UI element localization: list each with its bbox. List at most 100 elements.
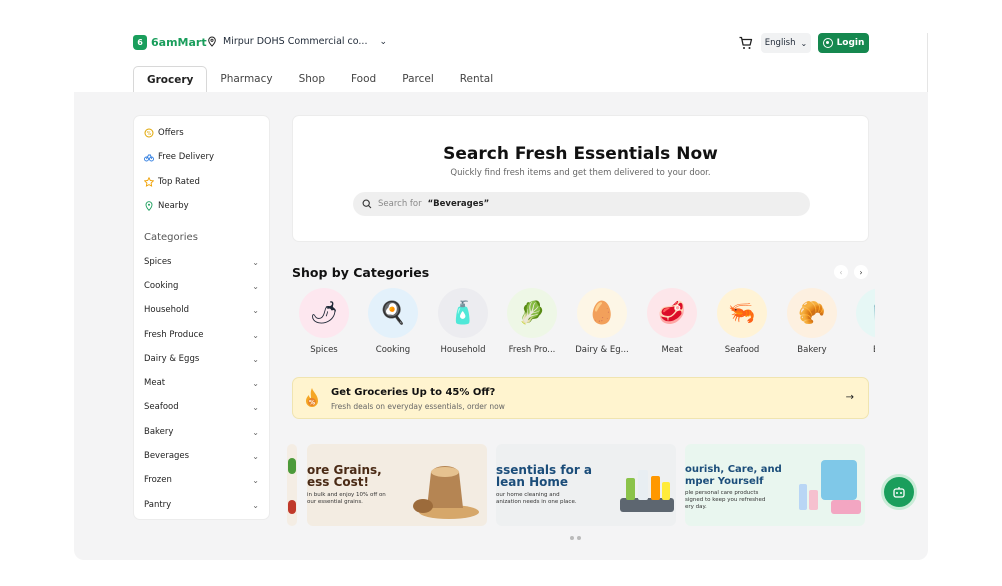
promo-banner[interactable]: % Get Groceries Up to 45% Off? Fresh dea…: [292, 377, 869, 419]
chatbot-icon: [893, 487, 905, 498]
chevron-down-icon: ⌄: [252, 305, 259, 315]
category-card-beverages[interactable]: 🥤 Bev: [846, 288, 875, 355]
category-card-cooking[interactable]: 🍳 Cooking: [358, 288, 428, 355]
tab-grocery[interactable]: Grocery: [133, 66, 208, 92]
sidebar-category-seafood[interactable]: Seafood ⌄: [144, 402, 259, 412]
search-hero: Search Fresh Essentials Now Quickly find…: [292, 115, 869, 242]
banner-clean-home[interactable]: ssentials for a lean Home our home cleani…: [496, 444, 676, 526]
sidebar-category-dairy-eggs[interactable]: Dairy & Eggs ⌄: [144, 354, 259, 364]
sidebar-category-pantry[interactable]: Pantry ⌄: [144, 500, 259, 510]
chevron-down-icon: ⌄: [252, 427, 259, 437]
pagination-dot[interactable]: [570, 536, 574, 540]
carousel-pagination: [570, 536, 581, 540]
category-card-spices[interactable]: 🌶 Spices: [292, 288, 359, 355]
chevron-down-icon: ⌄: [800, 38, 808, 48]
category-card-household[interactable]: 🧴 Household: [428, 288, 498, 355]
brand-name: 6amMart: [151, 36, 207, 49]
tab-food[interactable]: Food: [338, 66, 389, 92]
arrow-right-icon: →: [845, 392, 854, 403]
search-icon: [362, 199, 372, 209]
banner-personal-care[interactable]: ourish, Care, and mper Yourself ple perso…: [685, 444, 865, 526]
sidebar-item-nearby[interactable]: Nearby: [144, 201, 189, 211]
header: 6 6amMart Mirpur DOHS Commercial co... ⌄…: [0, 0, 1002, 92]
bicycle-icon: [144, 154, 154, 162]
sidebar-category-beverages[interactable]: Beverages ⌄: [144, 451, 259, 461]
sidebar-item-label: Nearby: [158, 201, 189, 211]
category-label: Frozen: [144, 475, 172, 485]
category-label: Household: [440, 345, 486, 355]
sidebar-category-bakery[interactable]: Bakery ⌄: [144, 427, 259, 437]
pagination-dot[interactable]: [577, 536, 581, 540]
location-pin-icon: [208, 36, 216, 47]
sidebar-category-household[interactable]: Household ⌄: [144, 305, 259, 315]
chevron-down-icon: ⌄: [252, 475, 259, 485]
tab-rental[interactable]: Rental: [447, 66, 506, 92]
fresh-produce-image: 🥬: [507, 288, 557, 338]
sidebar-category-cooking[interactable]: Cooking ⌄: [144, 281, 259, 291]
grain-sack-image: [413, 466, 479, 519]
cooking-image: 🍳: [368, 288, 418, 338]
category-label: Fresh Produce: [144, 330, 204, 340]
sidebar: % Offers Free Delivery Top Rated Nearby …: [133, 115, 270, 520]
login-label: Login: [836, 38, 865, 48]
language-selector[interactable]: English ⌄: [761, 33, 811, 53]
categories-heading: Categories: [144, 232, 198, 243]
chevron-down-icon: ⌄: [252, 281, 259, 291]
vegetable-image: [288, 458, 296, 474]
category-label: Dairy & Eg...: [575, 345, 629, 355]
dairy-eggs-image: 🥚: [577, 288, 627, 338]
banner-headline: ssentials for a lean Home: [496, 463, 593, 489]
category-carousel: 🌶 Spices 🍳 Cooking 🧴 Household 🥬 Fresh P…: [292, 288, 875, 358]
category-card-fresh-produce[interactable]: 🥬 Fresh Pro...: [497, 288, 567, 355]
sidebar-category-meat[interactable]: Meat ⌄: [144, 378, 259, 388]
login-button[interactable]: Login: [818, 33, 869, 53]
chat-support-button[interactable]: [881, 474, 917, 510]
tab-parcel[interactable]: Parcel: [389, 66, 447, 92]
category-label: Meat: [144, 378, 166, 388]
carousel-next-button[interactable]: ›: [854, 265, 868, 279]
category-label: Meat: [661, 345, 683, 355]
bakery-image: 🥐: [787, 288, 837, 338]
tab-pharmacy[interactable]: Pharmacy: [207, 66, 285, 92]
category-card-bakery[interactable]: 🥐 Bakery: [777, 288, 847, 355]
svg-text:%: %: [147, 131, 152, 137]
category-label: Spices: [310, 345, 338, 355]
personal-care-products-image: [799, 460, 861, 514]
logo-bag-icon: 6: [133, 35, 147, 50]
star-icon: [144, 177, 154, 187]
divider: [927, 33, 928, 92]
tab-shop[interactable]: Shop: [286, 66, 338, 92]
category-label: Seafood: [144, 402, 179, 412]
sidebar-item-top-rated[interactable]: Top Rated: [144, 177, 200, 187]
category-label: Cooking: [144, 281, 179, 291]
category-label: Dairy & Eggs: [144, 354, 200, 364]
location-text: Mirpur DOHS Commercial co...: [223, 36, 368, 47]
sidebar-category-fresh-produce[interactable]: Fresh Produce ⌄: [144, 330, 259, 340]
chevron-down-icon: ⌄: [252, 451, 259, 461]
category-label: Bev: [846, 345, 875, 355]
category-card-meat[interactable]: 🥩 Meat: [637, 288, 707, 355]
promo-subtitle: Fresh deals on everyday essentials, orde…: [331, 402, 505, 411]
sidebar-item-free-delivery[interactable]: Free Delivery: [144, 152, 214, 162]
banner-grains[interactable]: ore Grains, ess Cost! in bulk and enjoy 1…: [307, 444, 487, 526]
sidebar-item-label: Top Rated: [158, 177, 200, 187]
banner-subtext: ple personal care products signed to keep…: [685, 490, 766, 510]
shop-by-categories-heading: Shop by Categories: [292, 265, 430, 280]
sidebar-category-spices[interactable]: Spices ⌄: [144, 257, 259, 267]
carousel-prev-button[interactable]: ‹: [834, 265, 848, 279]
sidebar-category-frozen[interactable]: Frozen ⌄: [144, 475, 259, 485]
discount-flame-icon: %: [306, 388, 318, 407]
search-input[interactable]: Search for “Beverages”: [353, 192, 810, 216]
search-placeholder-prefix: Search for: [378, 199, 422, 209]
banner-subtext: our home cleaning and anization needs in …: [496, 492, 577, 505]
category-label: Cooking: [375, 345, 411, 355]
brand-logo[interactable]: 6 6amMart: [133, 35, 207, 50]
sidebar-item-offers[interactable]: % Offers: [144, 128, 184, 138]
banner-headline: ore Grains, ess Cost!: [307, 463, 382, 489]
category-card-seafood[interactable]: 🦐 Seafood: [707, 288, 777, 355]
search-placeholder-term: “Beverages”: [427, 199, 490, 209]
banner-subtext: in bulk and enjoy 10% off on our essentia…: [307, 492, 386, 505]
location-selector[interactable]: Mirpur DOHS Commercial co... ⌄: [207, 36, 387, 47]
category-card-dairy-eggs[interactable]: 🥚 Dairy & Eg...: [567, 288, 637, 355]
cart-icon[interactable]: [738, 35, 754, 51]
